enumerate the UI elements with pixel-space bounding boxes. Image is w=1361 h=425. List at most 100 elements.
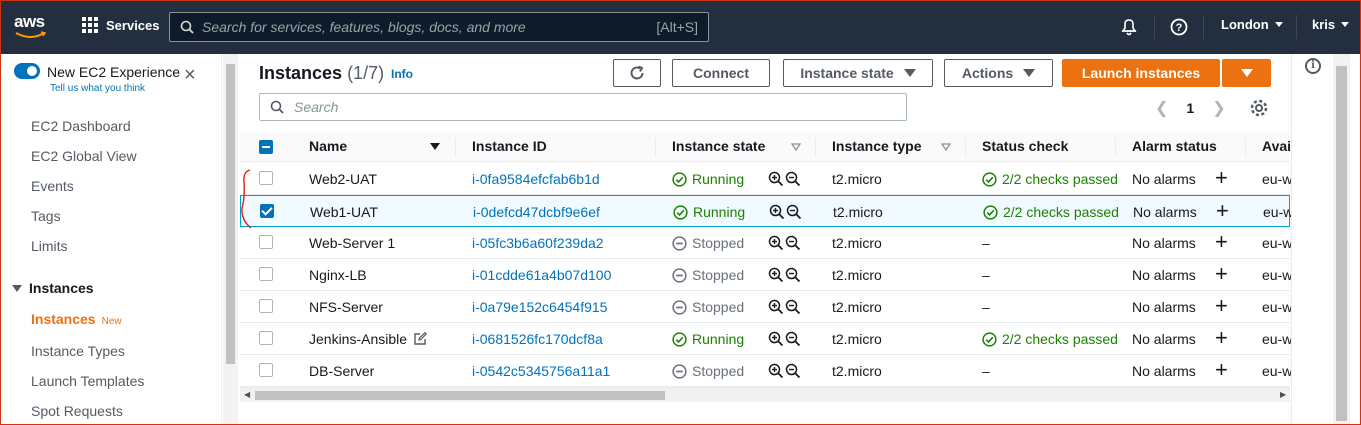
status-check: – [982,363,990,379]
edit-icon[interactable] [413,332,428,346]
instance-id-link[interactable]: i-0681526fc170dcf8a [472,331,603,347]
instance-state: Running [672,171,744,187]
table-row[interactable]: Nginx-LB i-01cdde61a4b07d100 Stopped t2.… [240,259,1292,291]
chevron-left-icon[interactable]: ❮ [1155,98,1168,118]
plus-icon[interactable]: + [1215,295,1228,317]
sidebar-item-global-view[interactable]: EC2 Global View [31,148,137,164]
info-link[interactable]: Info [391,67,413,81]
select-all-checkbox[interactable] [259,140,273,154]
sort-icon[interactable] [941,143,951,151]
scrollbar-thumb[interactable] [255,391,665,400]
row-checkbox[interactable] [259,171,273,185]
scrollbar-thumb[interactable] [226,64,235,364]
aws-logo[interactable]: aws [14,12,54,42]
zoom-in-icon[interactable] [768,267,784,283]
plus-icon[interactable]: + [1215,167,1228,189]
column-header-instance-state[interactable]: Instance state [672,138,765,154]
zoom-out-icon[interactable] [786,204,802,220]
table-row[interactable]: Web-Server 1 i-05fc3b6a60f239da2 Stopped… [240,227,1292,259]
table-row[interactable]: Web1-UAT i-0defcd47dcbf9e6ef Running t2.… [240,195,1293,227]
search-placeholder: Search for services, features, blogs, do… [202,19,526,35]
zoom-in-icon[interactable] [768,171,784,187]
close-icon[interactable]: × [184,65,196,85]
horizontal-scrollbar[interactable]: ◀ ▶ [240,387,1290,402]
zoom-out-icon[interactable] [785,363,801,379]
scrollbar-thumb[interactable] [1336,66,1347,421]
row-checkbox[interactable] [259,363,273,377]
launch-instances-button[interactable]: Launch instances [1062,59,1220,87]
zoom-in-icon[interactable] [768,363,784,379]
sort-icon[interactable] [791,143,801,151]
scroll-left-arrow-icon[interactable]: ◀ [244,390,250,399]
column-header-name[interactable]: Name [309,138,347,154]
services-menu[interactable]: Services [82,17,160,33]
zoom-out-icon[interactable] [785,171,801,187]
row-checkbox[interactable] [259,331,273,345]
sidebar-item-tags[interactable]: Tags [31,208,61,224]
table-row[interactable]: Web2-UAT i-0fa9584efcfab6b1d Running t2.… [240,163,1292,195]
sidebar-item-ec2-dashboard[interactable]: EC2 Dashboard [31,118,131,134]
sidebar-section-instances[interactable]: Instances [12,280,94,296]
actions-button[interactable]: Actions [944,59,1053,87]
zoom-in-icon[interactable] [768,235,784,251]
instance-id-link[interactable]: i-0a79e152c6454f915 [472,299,607,315]
zoom-out-icon[interactable] [785,267,801,283]
launch-dropdown-button[interactable] [1222,59,1271,87]
check-circle-icon [982,331,997,347]
instance-id-link[interactable]: i-01cdde61a4b07d100 [472,267,611,283]
page-number[interactable]: 1 [1186,100,1194,116]
connect-button[interactable]: Connect [672,59,770,87]
scroll-right-arrow-icon[interactable]: ▶ [1280,390,1286,399]
row-checkbox[interactable] [260,204,274,218]
sidebar-scrollbar[interactable] [223,54,238,425]
table-row[interactable]: Jenkins-Ansible i-0681526fc170dcf8a Runn… [240,323,1292,355]
user-menu[interactable]: kris [1312,17,1350,32]
refresh-button[interactable] [613,59,661,87]
help-icon[interactable]: ? [1170,18,1188,36]
instance-id-link[interactable]: i-0defcd47dcbf9e6ef [473,204,600,220]
feedback-link[interactable]: Tell us what you think [50,83,145,94]
notification-bell-icon[interactable] [1120,17,1138,37]
plus-icon[interactable]: + [1215,231,1228,253]
sidebar-item-instances[interactable]: Instances New [31,311,122,327]
sidebar-item-limits[interactable]: Limits [31,238,68,254]
plus-icon[interactable]: + [1215,263,1228,285]
sidebar-item-launch-templates[interactable]: Launch Templates [31,373,144,389]
chevron-right-icon[interactable]: ❯ [1212,98,1225,118]
new-experience-toggle[interactable] [14,63,40,79]
column-header-status-check[interactable]: Status check [982,138,1068,154]
zoom-out-icon[interactable] [785,331,801,347]
zoom-out-icon[interactable] [785,299,801,315]
zoom-in-icon[interactable] [768,331,784,347]
sort-desc-icon[interactable] [430,143,440,150]
row-checkbox[interactable] [259,235,273,249]
instance-id-link[interactable]: i-0fa9584efcfab6b1d [472,171,600,187]
sidebar-item-events[interactable]: Events [31,178,74,194]
zoom-out-icon[interactable] [785,235,801,251]
info-icon[interactable]: i [1305,58,1321,74]
settings-gear-icon[interactable] [1249,98,1269,118]
sidebar-item-instance-types[interactable]: Instance Types [31,343,125,359]
column-header-alarm-status[interactable]: Alarm status [1132,138,1217,154]
plus-icon[interactable]: + [1216,200,1229,222]
sidebar-item-spot-requests[interactable]: Spot Requests [31,403,123,419]
instance-id-link[interactable]: i-05fc3b6a60f239da2 [472,235,604,251]
plus-icon[interactable]: + [1215,327,1228,349]
column-header-availability-zone[interactable]: Avai [1262,138,1291,154]
page-scrollbar[interactable] [1333,54,1350,425]
plus-icon[interactable]: + [1215,359,1228,381]
column-header-instance-type[interactable]: Instance type [832,138,921,154]
row-checkbox[interactable] [259,267,273,281]
instance-state-button[interactable]: Instance state [783,59,933,87]
global-search-input[interactable]: Search for services, features, blogs, do… [169,12,709,42]
region-selector[interactable]: London [1221,17,1283,32]
table-row[interactable]: NFS-Server i-0a79e152c6454f915 Stopped t… [240,291,1292,323]
row-checkbox[interactable] [259,299,273,313]
status-check: 2/2 checks passed [983,204,1119,220]
instance-id-link[interactable]: i-0542c5345756a11a1 [472,363,610,379]
zoom-in-icon[interactable] [769,204,785,220]
instance-search-input[interactable]: Search [259,93,907,121]
table-row[interactable]: DB-Server i-0542c5345756a11a1 Stopped t2… [240,355,1292,387]
column-header-instance-id[interactable]: Instance ID [472,138,547,154]
zoom-in-icon[interactable] [768,299,784,315]
